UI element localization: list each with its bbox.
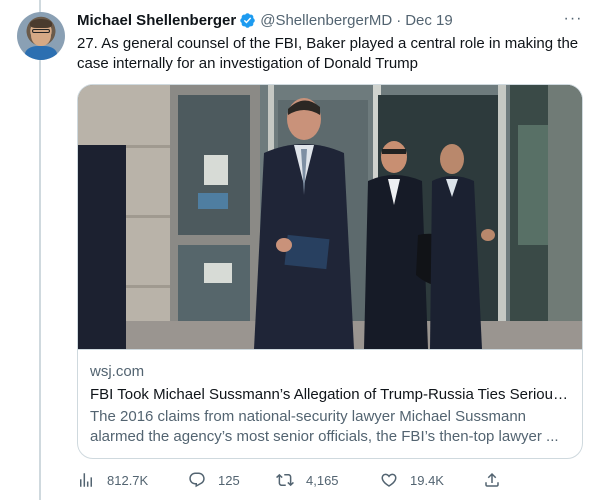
retweet-button[interactable]: 4,165	[276, 471, 339, 489]
reply-count: 125	[218, 472, 240, 488]
avatar-hair	[30, 19, 52, 28]
views-count: 812.7K	[107, 472, 149, 488]
card-title[interactable]: FBI Took Michael Sussmann’s Allegation o…	[90, 385, 570, 405]
share-button[interactable]	[483, 471, 501, 489]
views-icon	[80, 473, 92, 487]
thread-line	[39, 0, 41, 500]
views-button[interactable]: 812.7K	[77, 471, 148, 489]
like-button[interactable]: 19.4K	[380, 471, 444, 489]
like-icon	[381, 473, 397, 487]
author-handle[interactable]: @ShellenbergerMD	[260, 12, 392, 29]
more-icon[interactable]: ···	[563, 10, 583, 28]
avatar-shirt	[25, 46, 57, 60]
separator-dot: ·	[396, 11, 402, 29]
verified-badge-icon	[239, 12, 256, 29]
card-meta: wsj.com FBI Took Michael Sussmann’s Alle…	[78, 349, 582, 458]
retweet-icon	[276, 473, 294, 487]
card-description: The 2016 claims from national-security l…	[90, 408, 559, 445]
share-icon	[485, 472, 499, 487]
reply-icon	[189, 472, 205, 488]
like-count: 19.4K	[410, 472, 444, 488]
card-domain: wsj.com	[90, 363, 145, 380]
retweet-count: 4,165	[306, 472, 339, 488]
tweet-header: Michael Shellenberger @ShellenbergerMD ·…	[77, 11, 453, 29]
reply-button[interactable]: 125	[188, 471, 240, 489]
card-image	[78, 85, 582, 349]
link-card[interactable]: wsj.com FBI Took Michael Sussmann’s Alle…	[77, 84, 583, 459]
avatar[interactable]	[17, 12, 65, 60]
tweet-date[interactable]: Dec 19	[405, 12, 453, 29]
author-name[interactable]: Michael Shellenberger	[77, 12, 236, 29]
avatar-glasses	[32, 29, 50, 33]
tweet-text: 27. As general counsel of the FBI, Baker…	[77, 35, 579, 72]
tweet-actions: 812.7K 125 4,165 19.4K	[77, 470, 557, 490]
